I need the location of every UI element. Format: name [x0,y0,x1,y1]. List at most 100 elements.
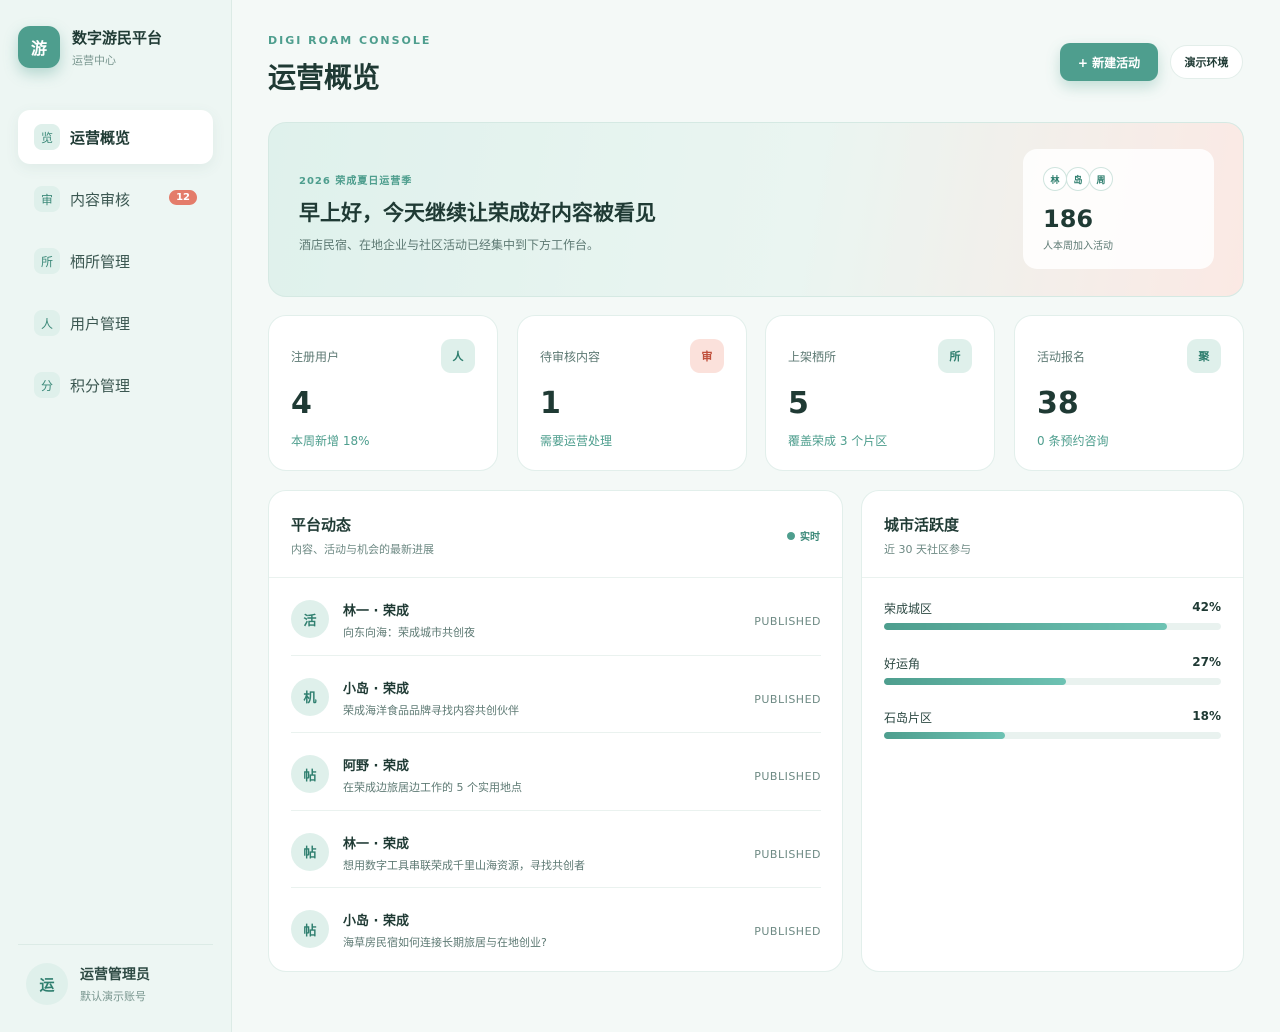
progress-track [884,732,1221,739]
list-item[interactable]: 帖 小岛 · 荣成 海草房民宿如何连接长期旅居与在地创业? PUBLISHED [291,888,821,966]
stat-note: 本周新增 18% [291,434,370,448]
live-dot-icon [787,531,795,540]
post-icon: 帖 [291,755,329,793]
sidebar-item-label: 用户管理 [70,314,131,333]
gathering-icon: 聚 [1187,339,1221,373]
stat-value: 4 [291,386,312,421]
stat-note: 覆盖荣成 3 个片区 [788,434,888,448]
activity-icon: 活 [291,600,329,638]
sidebar-item-users[interactable]: 人 用户管理 [18,296,213,350]
panel-title: 平台动态 [291,516,352,534]
panel-subtitle: 近 30 天社区参与 [884,543,971,556]
progress-fill [884,677,1066,685]
review-icon: 审 [34,186,60,212]
progress-fill [884,732,1006,739]
welcome-description: 酒店民宿、在地企业与社区活动已经集中到下方工作台。 [299,238,600,252]
feed-author: 小岛 · 荣成 [343,681,409,697]
feed-author: 林一 · 荣成 [343,836,409,852]
stat-card-pending-review[interactable]: 待审核内容 审 1 需要运营处理 [517,315,747,471]
participant-avatars: 林 岛 周 [1043,167,1113,191]
district-percent: 18% [1192,709,1221,723]
district-percent: 27% [1192,654,1221,669]
lodging-icon: 所 [34,248,60,274]
city-activity-panel: 城市活跃度 近 30 天社区参与 荣成城区 42% 好运角 27% 石岛片区 1… [861,490,1244,972]
stat-value: 5 [788,386,809,421]
overview-icon: 览 [34,124,60,150]
console-eyebrow: DIGI ROAM CONSOLE [268,34,432,47]
progress-fill [884,623,1168,630]
feed-author: 阿野 · 荣成 [343,759,409,774]
sidebar-item-points[interactable]: 分 积分管理 [18,358,213,412]
user-icon: 人 [34,310,60,336]
sidebar-item-label: 栖所管理 [70,252,131,271]
status-badge: PUBLISHED [754,770,821,783]
stat-card-listed-lodging[interactable]: 上架栖所 所 5 覆盖荣成 3 个片区 [765,315,995,471]
demo-env-button[interactable]: 演示环境 [1170,45,1243,79]
lodging-icon: 所 [938,339,972,373]
feed-author: 林一 · 荣成 [343,604,409,619]
feed-list: 活 林一 · 荣成 向东向海：荣成城市共创夜 PUBLISHED 机 小岛 · … [291,578,821,966]
review-icon: 审 [690,339,724,373]
list-item[interactable]: 机 小岛 · 荣成 荣成海洋食品品牌寻找内容共创伙伴 PUBLISHED [291,656,821,733]
stat-card-activity-signups[interactable]: 活动报名 聚 38 0 条预约咨询 [1014,315,1244,471]
page-title: 运营概览 [268,61,381,94]
review-count-badge: 12 [169,190,197,205]
sidebar-item-content-review[interactable]: 审 内容审核 12 [18,172,213,226]
participant-avatar: 林 [1043,167,1067,191]
points-icon: 分 [34,372,60,398]
feed-description: 向东向海：荣成城市共创夜 [343,626,475,639]
activity-row: 石岛片区 18% [884,707,1221,762]
weekly-join-count: 186 [1043,205,1094,233]
feed-description: 海草房民宿如何连接长期旅居与在地创业? [343,936,547,949]
weekly-join-label: 人本周加入活动 [1043,241,1113,252]
stat-label: 注册用户 [291,350,340,364]
post-icon: 帖 [291,910,329,948]
feed-description: 荣成海洋食品品牌寻找内容共创伙伴 [343,703,519,717]
user-subtitle: 默认演示账号 [80,990,146,1003]
stat-label: 上架栖所 [788,350,837,364]
opportunity-icon: 机 [291,677,329,716]
district-label: 好运角 [884,656,921,671]
list-item[interactable]: 帖 林一 · 荣成 想用数字工具串联荣成千里山海资源，寻找共创者 PUBLISH… [291,811,821,888]
activity-row: 好运角 27% [884,653,1221,708]
stat-card-registered-users[interactable]: 注册用户 人 4 本周新增 18% [268,315,498,471]
brand[interactable]: 游 数字游民平台 运营中心 [18,26,162,68]
live-indicator: 实时 [787,528,820,543]
sidebar-nav: 览 运营概览 审 内容审核 12 所 栖所管理 人 用户管理 分 积分管理 [18,110,213,420]
sidebar-item-label: 运营概览 [70,128,131,147]
activity-bars: 荣成城区 42% 好运角 27% 石岛片区 18% [884,598,1221,762]
panel-title: 城市活跃度 [884,516,960,534]
list-item[interactable]: 帖 阿野 · 荣成 在荣成边旅居边工作的 5 个实用地点 PUBLISHED [291,733,821,811]
platform-feed-panel: 平台动态 内容、活动与机会的最新进展 实时 活 林一 · 荣成 向东向海：荣成城… [268,490,843,972]
list-item[interactable]: 活 林一 · 荣成 向东向海：荣成城市共创夜 PUBLISHED [291,578,821,656]
welcome-title: 早上好，今天继续让荣成好内容被看见 [299,201,656,225]
sidebar-item-overview[interactable]: 览 运营概览 [18,110,213,164]
feed-description: 在荣成边旅居边工作的 5 个实用地点 [343,781,522,794]
sidebar: 游 数字游民平台 运营中心 览 运营概览 审 内容审核 12 所 栖所管理 人 … [0,0,232,1032]
feed-description: 想用数字工具串联荣成千里山海资源，寻找共创者 [343,858,585,872]
stat-value: 1 [540,386,561,421]
district-label: 荣成城区 [884,602,933,616]
post-icon: 帖 [291,832,329,871]
divider [862,577,1243,578]
status-badge: PUBLISHED [754,847,821,861]
welcome-banner: 2026 荣成夏日运营季 早上好，今天继续让荣成好内容被看见 酒店民宿、在地企业… [268,122,1244,297]
sidebar-item-label: 积分管理 [70,376,131,395]
stat-label: 待审核内容 [540,350,601,364]
brand-logo-icon: 游 [18,26,60,68]
panel-subtitle: 内容、活动与机会的最新进展 [291,543,434,556]
sidebar-item-label: 内容审核 [70,190,131,209]
current-user[interactable]: 运 运营管理员 默认演示账号 [18,944,213,1005]
user-name: 运营管理员 [80,967,150,983]
brand-subtitle: 运营中心 [72,53,116,67]
participant-avatar: 岛 [1066,167,1090,191]
season-label: 2026 荣成夏日运营季 [299,176,413,187]
feed-author: 小岛 · 荣成 [343,914,409,929]
progress-track [884,677,1221,685]
district-percent: 42% [1192,600,1221,614]
activity-row: 荣成城区 42% [884,598,1221,653]
new-activity-button[interactable]: + 新建活动 [1060,43,1158,81]
district-label: 石岛片区 [884,711,933,725]
sidebar-item-lodging[interactable]: 所 栖所管理 [18,234,213,288]
status-badge: PUBLISHED [754,692,821,706]
